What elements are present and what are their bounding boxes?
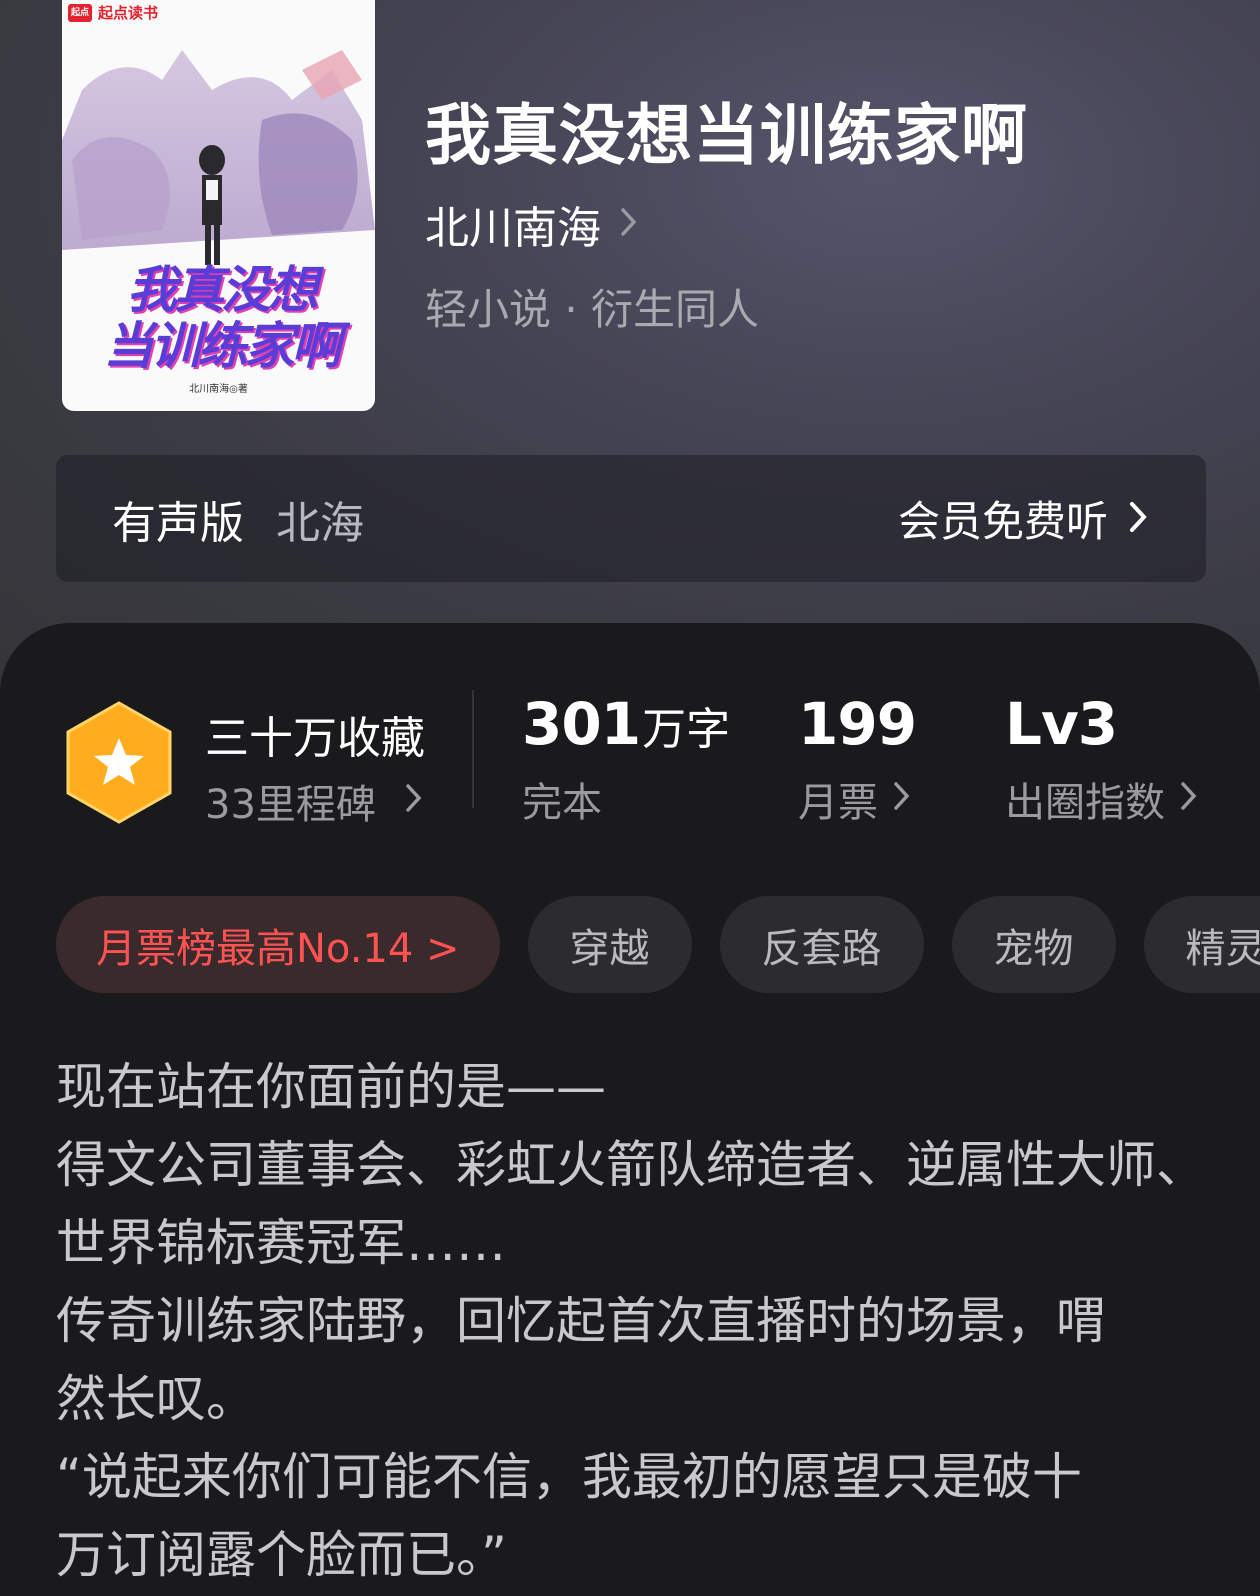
audio-version-bar[interactable]: 有声版 北海 会员免费听 [56, 455, 1206, 582]
member-listen-label: 会员免费听 [897, 497, 1108, 546]
qidian-logo-icon: 起点 [68, 3, 92, 22]
book-title: 我真没想当训练家啊 [425, 96, 1028, 174]
word-count-value: 301 [522, 690, 641, 758]
author-link[interactable]: 北川南海 [425, 192, 639, 256]
book-synopsis[interactable]: 现在站在你面前的是—— 得文公司董事会、彩虹火箭队缔造者、逆属性大师、 世界锦标… [56, 1048, 1216, 1594]
chevron-right-icon [892, 776, 912, 822]
rank-tag[interactable]: 月票榜最高No.14 > [56, 896, 500, 993]
monthly-tickets-stat[interactable]: 199 月票 [798, 690, 917, 828]
member-listen-button[interactable]: 会员免费听 [898, 488, 1150, 549]
author-name: 北川南海 [425, 203, 601, 254]
book-cover[interactable]: 起点 起点读书 我真没想 当训练家啊 北川南海◎著 [62, 0, 375, 411]
star-badge-icon [66, 701, 172, 824]
milestone-link[interactable]: 33里程碑 [205, 772, 424, 830]
tag-spirit[interactable]: 精灵 [1143, 896, 1260, 993]
cover-title: 我真没想 当训练家啊 [76, 262, 366, 374]
synopsis-line: 传奇训练家陆野，回忆起首次直播时的场景，喟 [56, 1292, 1106, 1350]
cover-illustration [62, 50, 375, 265]
synopsis-line: 现在站在你面前的是—— [56, 1058, 606, 1116]
cover-title-line-2: 当训练家啊 [103, 316, 342, 375]
stats-divider [472, 690, 474, 808]
word-count-stat: 301万字 完本 [522, 690, 730, 828]
tag-anti-trope[interactable]: 反套路 [719, 896, 924, 993]
tag-time-travel[interactable]: 穿越 [527, 896, 692, 993]
cover-brand: 起点 起点读书 [68, 2, 158, 23]
book-genre: 轻小说 · 衍生同人 [425, 285, 760, 334]
chevron-right-icon [1128, 500, 1150, 538]
tag-row: 月票榜最高No.14 > 穿越 反套路 宠物 精灵 [56, 896, 1260, 993]
synopsis-line: 然长叹。 [56, 1370, 256, 1428]
popularity-index-stat[interactable]: Lv3 出圈指数 [1005, 690, 1199, 828]
synopsis-line: 万订阅露个脸而已。” [56, 1526, 507, 1584]
monthly-tickets-label: 月票 [798, 780, 878, 826]
chevron-right-icon [619, 206, 639, 242]
collection-count: 三十万收藏 [205, 713, 425, 764]
chevron-right-icon [1179, 776, 1199, 822]
completion-status: 完本 [522, 780, 602, 826]
popularity-level: Lv3 [1005, 690, 1118, 758]
popularity-index-label: 出圈指数 [1005, 780, 1165, 826]
synopsis-line: 世界锦标赛冠军…… [56, 1214, 506, 1272]
audio-version-label: 有声版 [112, 497, 244, 549]
cover-title-line-1: 我真没想 [127, 260, 318, 319]
tag-pets[interactable]: 宠物 [951, 896, 1116, 993]
cover-brand-text: 起点读书 [98, 4, 159, 22]
synopsis-line: “说起来你们可能不信，我最初的愿望只是破十 [56, 1448, 1082, 1506]
audio-narrator: 北海 [276, 497, 364, 549]
cover-author: 北川南海◎著 [189, 384, 248, 395]
chevron-right-icon [404, 778, 424, 824]
monthly-tickets-value: 199 [798, 690, 917, 758]
synopsis-line: 得文公司董事会、彩虹火箭队缔造者、逆属性大师、 [56, 1136, 1206, 1194]
word-count-unit: 万字 [642, 704, 731, 755]
milestone-label: 33里程碑 [205, 782, 376, 828]
